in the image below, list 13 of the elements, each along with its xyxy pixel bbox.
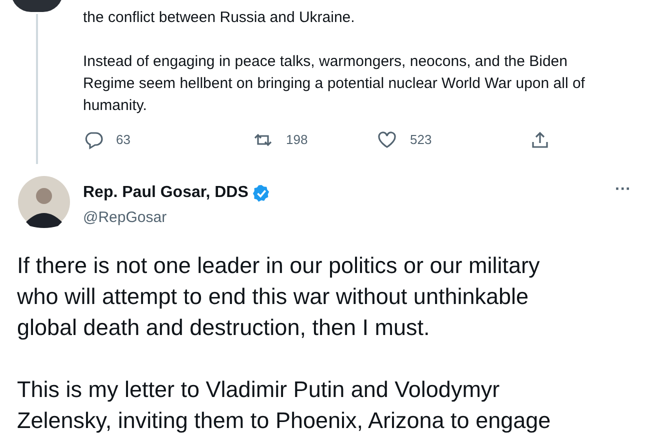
retweet-count: 198 <box>286 131 308 150</box>
reply-count: 63 <box>116 131 130 150</box>
share-icon[interactable] <box>530 130 550 150</box>
reply-icon[interactable] <box>83 130 103 150</box>
tweet-text: This is my letter to Vladimir Putin and Volodymyr Zelensky, inviting them to Phoenix, Arizona to engage <box>17 376 552 435</box>
author-handle[interactable]: @RepGosar <box>83 207 616 230</box>
like-count: 523 <box>410 131 432 150</box>
tweet-text: the conflict between Russia and Ukraine. <box>83 8 356 28</box>
tweet-text: If there is not one leader in our politics or our military who will attempt to end this war without unthinkable global death and destruction, then I must. <box>17 252 541 342</box>
author-name[interactable]: Rep. Paul Gosar, DDS <box>83 181 248 205</box>
more-button[interactable]: ··· <box>615 178 631 202</box>
tweet-text: Instead of engaging in peace talks, warmongers, neocons, and the Biden Regime seem hellbent on bringing a potential nuclear World War upon all of humanity. <box>83 52 586 116</box>
like-icon[interactable] <box>377 130 397 150</box>
